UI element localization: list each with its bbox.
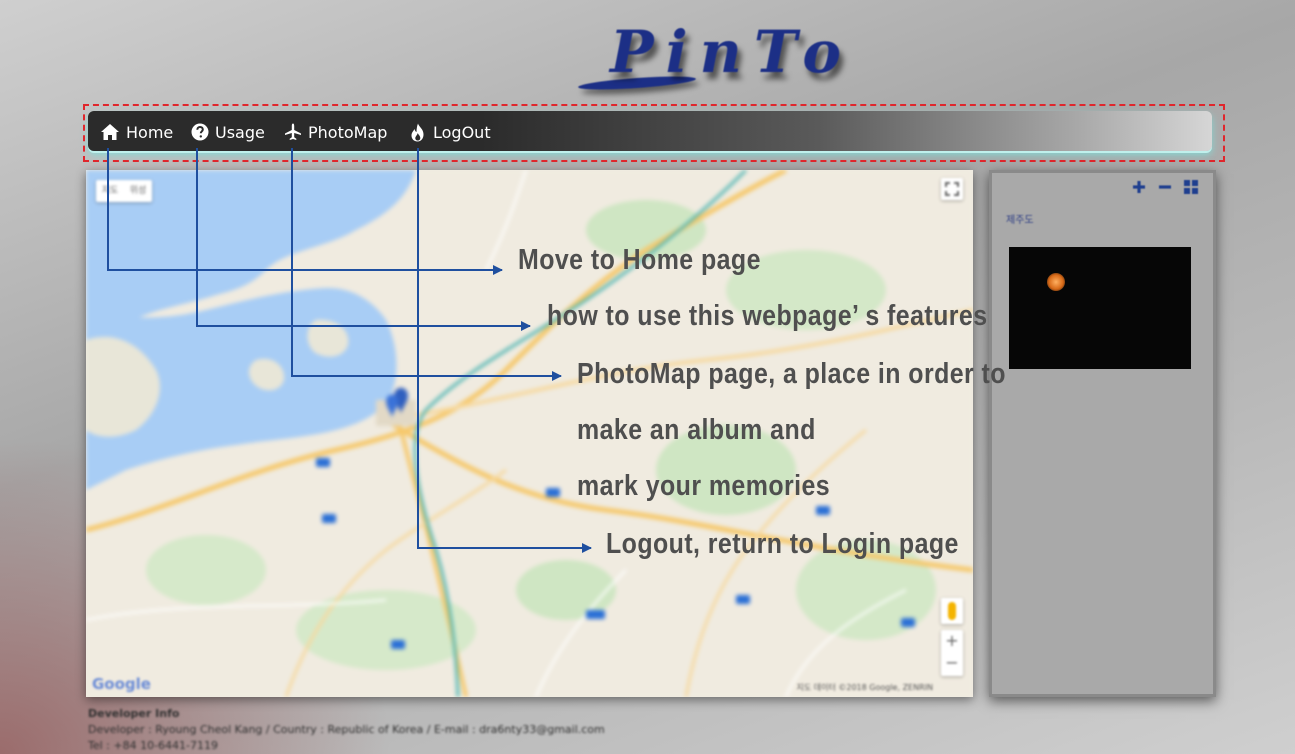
annotation-photomap-line2: make an album and	[577, 414, 816, 446]
annotation-photomap-line1: PhotoMap page, a place in order to	[577, 358, 1006, 390]
annotation-usage: how to use this webpage’ s features	[547, 300, 988, 332]
arrow-logout	[417, 148, 592, 553]
annotation-photomap-line3: mark your memories	[577, 470, 831, 502]
arrow-home	[107, 148, 503, 275]
arrow-usage	[196, 148, 531, 331]
annotation-home: Move to Home page	[518, 244, 761, 276]
annotation-logout: Logout, return to Login page	[606, 528, 959, 560]
